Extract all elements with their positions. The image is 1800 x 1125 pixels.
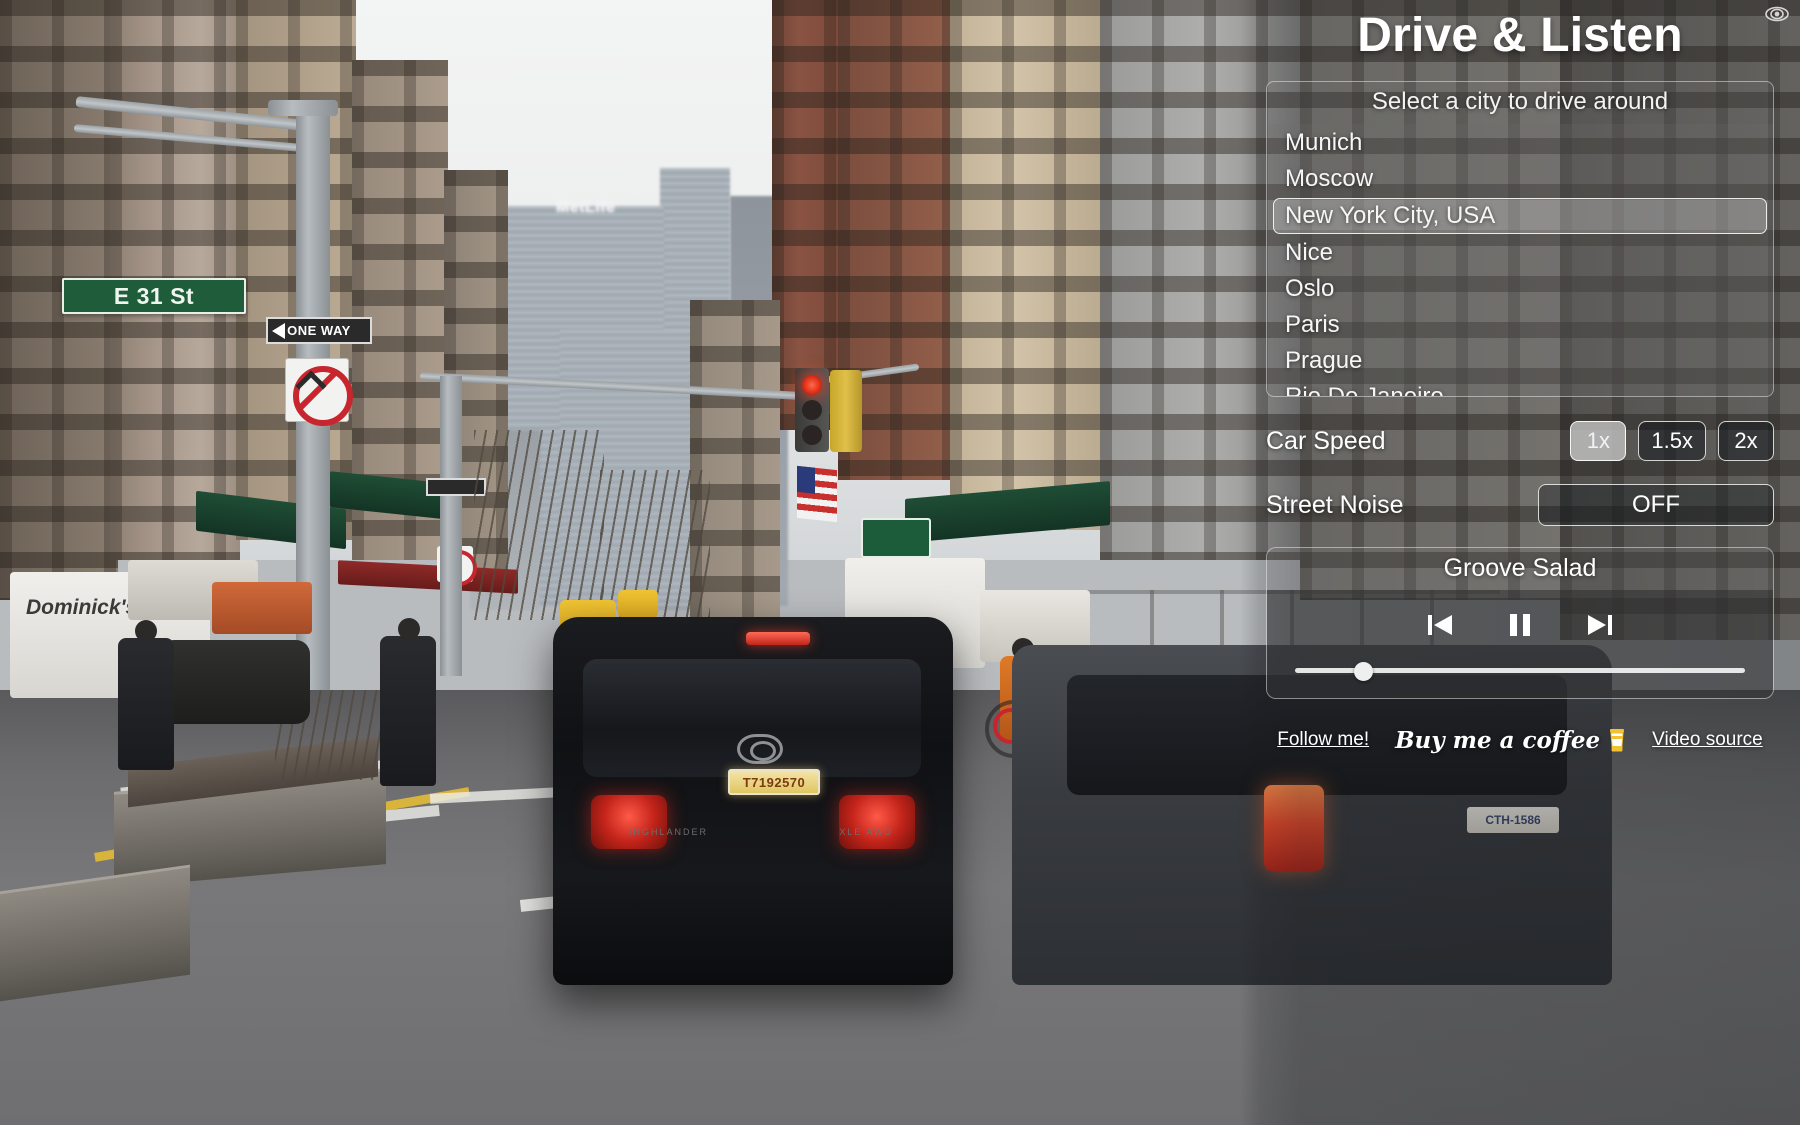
speed-button-1-5x[interactable]: 1.5x [1638,421,1706,461]
skip-previous-icon[interactable] [1419,608,1461,642]
player-body [1267,590,1773,698]
follow-me-link[interactable]: Follow me! [1277,729,1369,751]
taxi [618,590,658,618]
lead-vehicle-suv: T7192570 HIGHLANDER XLE AWD [553,617,953,985]
speed-button-1x[interactable]: 1x [1570,421,1627,461]
brake-light-right [839,795,915,849]
car-speed-label: Car Speed [1266,426,1386,455]
car-speed-options: 1x 1.5x 2x [1570,421,1774,461]
license-plate: T7192570 [728,769,820,795]
highway-sign [861,518,931,558]
city-item-munich[interactable]: Munich [1273,126,1767,160]
car-speed-row: Car Speed 1x 1.5x 2x [1266,421,1774,461]
city-selector: Select a city to drive around Munich Mos… [1266,81,1774,397]
app-stage: MetLife E 31 St ONE WAY Dominick's T7192… [0,0,1800,1125]
pedestrian-head [135,620,157,642]
city-item-new-york-city[interactable]: New York City, USA [1273,198,1767,234]
skip-next-icon[interactable] [1579,608,1621,642]
truck-brand-text: Dominick's [26,596,138,619]
traffic-light-yellow [802,400,822,420]
building-right [772,0,840,430]
coffee-cup-icon [1608,727,1626,753]
pedestrian [118,638,174,770]
brake-light-left [591,795,667,849]
trim-badge: XLE AWD [839,827,893,837]
transport-controls [1295,602,1745,648]
us-flag [797,465,837,523]
traffic-light-red [802,375,822,395]
buy-me-a-coffee-link[interactable]: Buy me a coffee [1395,727,1626,754]
eye-icon[interactable] [1764,4,1790,24]
orange-truck [212,582,312,634]
city-item-paris[interactable]: Paris [1273,308,1767,342]
third-brake-light [746,632,810,645]
city-item-nice[interactable]: Nice [1273,236,1767,270]
pause-icon[interactable] [1499,608,1541,642]
building-right [950,0,1110,530]
bare-tree [474,430,604,620]
city-selector-title: Select a city to drive around [1371,88,1669,115]
buy-me-a-coffee-label: Buy me a coffee [1395,726,1601,754]
street-name-sign: E 31 St [62,278,246,314]
city-item-oslo[interactable]: Oslo [1273,272,1767,306]
pedestrian [380,636,436,786]
city-item-prague[interactable]: Prague [1273,344,1767,378]
street-noise-label: Street Noise [1266,490,1404,519]
footer-links: Follow me! Buy me a coffee Video source [1266,723,1774,757]
street-noise-row: Street Noise OFF [1266,484,1774,526]
pedestrian-head [398,618,420,640]
page-title: Drive & Listen [1357,9,1683,62]
toyota-emblem-icon [737,734,783,764]
street-noise-toggle[interactable]: OFF [1538,484,1774,526]
traffic-light-housing-yellow [830,370,862,452]
radio-station-name: Groove Salad [1443,554,1597,582]
city-item-moscow[interactable]: Moscow [1273,162,1767,196]
signal-pole [440,376,462,676]
traffic-light-green [802,425,822,445]
speed-button-2x[interactable]: 2x [1718,421,1774,461]
control-panel: Drive & Listen Select a city to drive ar… [1240,0,1800,1125]
metlife-sign-text: MetLife [556,199,616,216]
volume-slider-thumb[interactable] [1353,662,1373,681]
volume-slider[interactable] [1295,662,1745,681]
parked-car [160,640,310,724]
pole-collar [268,100,338,116]
radio-player: Groove Salad [1266,547,1774,699]
traffic-light-housing [795,368,829,452]
city-list[interactable]: Munich Moscow New York City, USA Nice Os… [1267,124,1773,396]
model-badge: HIGHLANDER [629,827,709,837]
city-item-rio-de-janeiro[interactable]: Rio De Janeiro [1273,380,1767,396]
video-source-link[interactable]: Video source [1652,729,1763,751]
one-way-arrow-icon [272,323,285,339]
